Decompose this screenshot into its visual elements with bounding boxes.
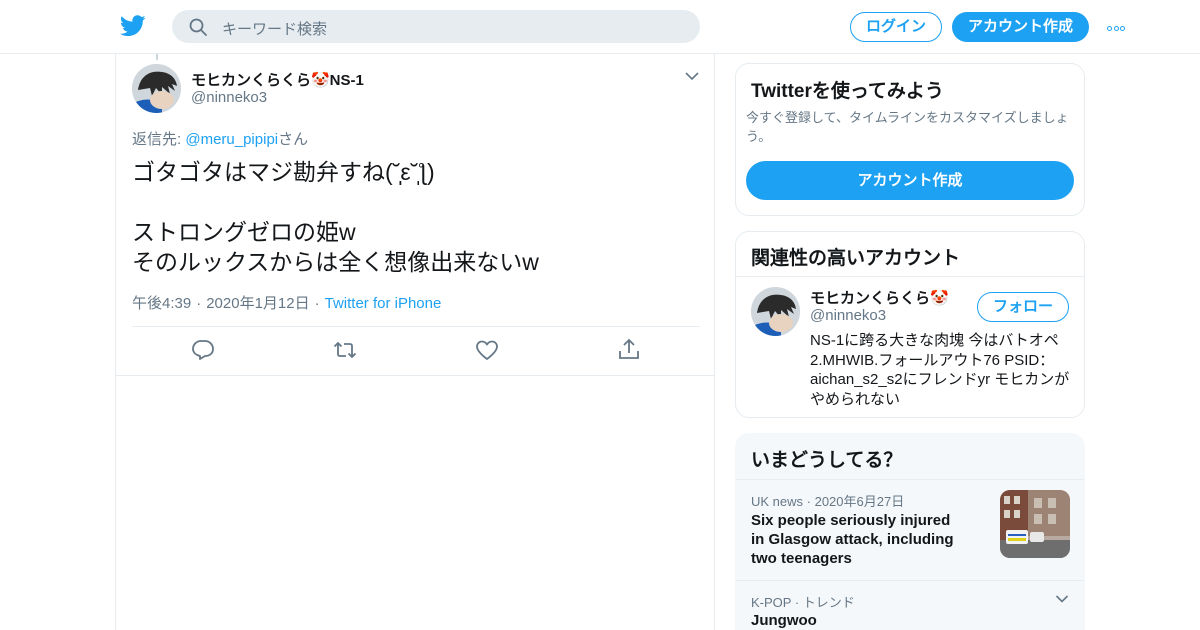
trend-headline[interactable]: Six people seriously injured in Glasgow … bbox=[751, 511, 966, 568]
divider bbox=[736, 580, 1084, 581]
follow-button[interactable]: フォロー bbox=[977, 292, 1069, 322]
search-bar[interactable]: キーワード検索 bbox=[172, 10, 700, 43]
trend-meta: K-POP · トレンド bbox=[751, 595, 855, 610]
tweet-author-handle[interactable]: @ninneko3 bbox=[191, 89, 267, 106]
more-options-icon[interactable] bbox=[1107, 16, 1131, 36]
retweet-icon[interactable] bbox=[332, 337, 358, 363]
related-accounts-card: 関連性の高いアカウント モヒカンくらくら🤡 @ninneko3 フォロー NS-… bbox=[735, 231, 1085, 418]
login-button[interactable]: ログイン bbox=[850, 12, 942, 42]
divider bbox=[116, 375, 714, 376]
trends-title: いまどうしてる？ bbox=[751, 450, 903, 471]
tweet-author-name[interactable]: モヒカンくらくら🤡NS-1 bbox=[191, 69, 364, 90]
share-icon[interactable] bbox=[616, 337, 642, 363]
chevron-down-icon[interactable] bbox=[1055, 594, 1069, 604]
divider bbox=[132, 326, 700, 327]
related-account-bio: NS-1に跨る大きな肉塊 今はバトオペ2.MHWIB.フォールアウト76 PSI… bbox=[810, 332, 1070, 408]
signup-button[interactable]: アカウント作成 bbox=[952, 12, 1089, 42]
tweet-date[interactable]: 2020年1月12日 bbox=[206, 295, 309, 312]
twitter-logo-icon[interactable] bbox=[120, 14, 146, 38]
tweet-column: モヒカンくらくら🤡NS-1 @ninneko3 返信先: @meru_pipip… bbox=[115, 54, 715, 630]
trend-headline[interactable]: Jungwoo bbox=[751, 612, 817, 629]
trend-date: 2020年6月27日 bbox=[814, 494, 905, 509]
avatar[interactable] bbox=[751, 287, 800, 336]
reply-icon[interactable] bbox=[190, 337, 216, 363]
avatar[interactable] bbox=[132, 64, 181, 113]
reply-handle-link[interactable]: @meru_pipipi bbox=[185, 131, 278, 148]
reply-prefix: 返信先: bbox=[132, 131, 186, 148]
search-icon bbox=[189, 18, 207, 36]
related-account-handle[interactable]: @ninneko3 bbox=[810, 307, 886, 324]
signup-card-description: 今すぐ登録して、タイムラインをカスタマイズしましょう。 bbox=[746, 110, 1069, 144]
avatar-image bbox=[751, 287, 800, 336]
like-icon[interactable] bbox=[474, 337, 500, 363]
divider bbox=[736, 479, 1084, 480]
signup-card-title: Twitterを使ってみよう bbox=[751, 81, 944, 102]
related-account-name[interactable]: モヒカンくらくら🤡 bbox=[810, 287, 949, 308]
tweet-text: ゴタゴタはマジ勘弁すね(˘̩̩̩ε˘̩ƪ) ストロングゼロの姫w そのルックスか… bbox=[132, 159, 539, 275]
top-bar: キーワード検索 ログイン アカウント作成 bbox=[0, 0, 1200, 54]
related-accounts-title: 関連性の高いアカウント bbox=[751, 248, 961, 269]
search-placeholder: キーワード検索 bbox=[222, 21, 328, 38]
trend-label: トレンド bbox=[802, 595, 855, 610]
divider bbox=[736, 276, 1084, 277]
trend-category: UK news bbox=[751, 494, 804, 509]
reply-suffix: さん bbox=[278, 131, 309, 148]
tweet-time[interactable]: 午後4:39 bbox=[132, 295, 191, 312]
trend-meta: UK news · 2020年6月27日 bbox=[751, 494, 905, 509]
trend-thumbnail[interactable] bbox=[1000, 490, 1070, 558]
thread-connector bbox=[156, 54, 158, 60]
chevron-down-icon[interactable] bbox=[684, 70, 700, 82]
trend-thumbnail-image bbox=[1000, 490, 1070, 558]
tweet-source-link[interactable]: Twitter for iPhone bbox=[325, 295, 442, 312]
reply-context: 返信先: @meru_pipipiさん bbox=[132, 128, 308, 149]
tweet-meta: 午後4:39 · 2020年1月12日 · Twitter for iPhone bbox=[132, 295, 442, 312]
trend-category: K-POP bbox=[751, 595, 792, 610]
signup-card-button[interactable]: アカウント作成 bbox=[746, 161, 1074, 200]
avatar-image bbox=[132, 64, 181, 113]
tweet-actions bbox=[116, 337, 716, 367]
trends-card: いまどうしてる？ UK news · 2020年6月27日 Six people… bbox=[735, 433, 1085, 630]
signup-card: Twitterを使ってみよう 今すぐ登録して、タイムラインをカスタマイズしましょ… bbox=[735, 63, 1085, 216]
